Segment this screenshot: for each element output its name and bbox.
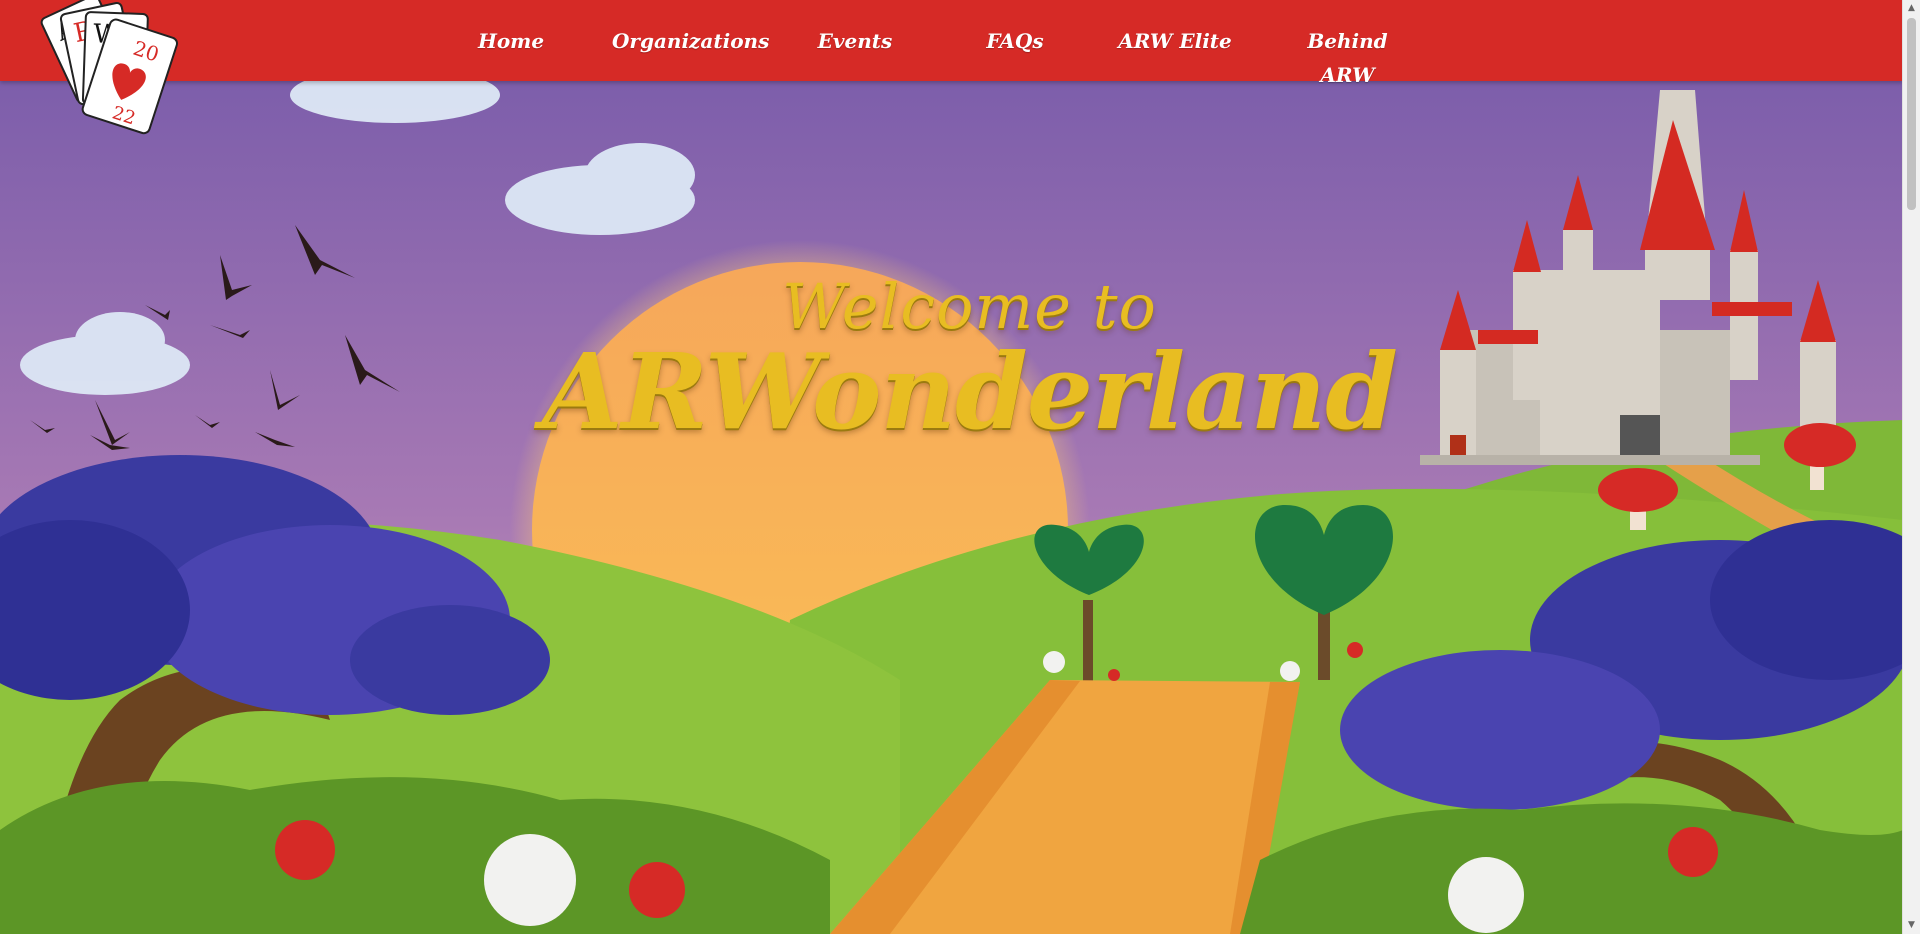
nav-home[interactable]: Home	[451, 24, 571, 58]
nav-events[interactable]: Events	[800, 24, 910, 58]
nav-faqs[interactable]: FAQs	[960, 24, 1070, 58]
nav-behind-arw[interactable]: Behind ARW	[1280, 24, 1415, 87]
hero-illustration	[0, 0, 1903, 934]
brand-heading: ARWonderland	[541, 330, 1398, 453]
top-navbar: Home Organizations Events FAQs ARW Elite…	[0, 0, 1903, 87]
nav-organizations[interactable]: Organizations	[612, 24, 769, 58]
scroll-down-icon[interactable]: ▼	[1903, 917, 1920, 934]
arw-logo[interactable]: A R W 20 22	[0, 0, 200, 150]
scroll-thumb[interactable]	[1907, 18, 1916, 210]
page-scrollbar[interactable]: ▲ ▼	[1902, 0, 1920, 934]
hero-scene	[0, 0, 1903, 934]
scroll-up-icon[interactable]: ▲	[1903, 0, 1920, 17]
nav-arw-elite[interactable]: ARW Elite	[1110, 24, 1240, 58]
